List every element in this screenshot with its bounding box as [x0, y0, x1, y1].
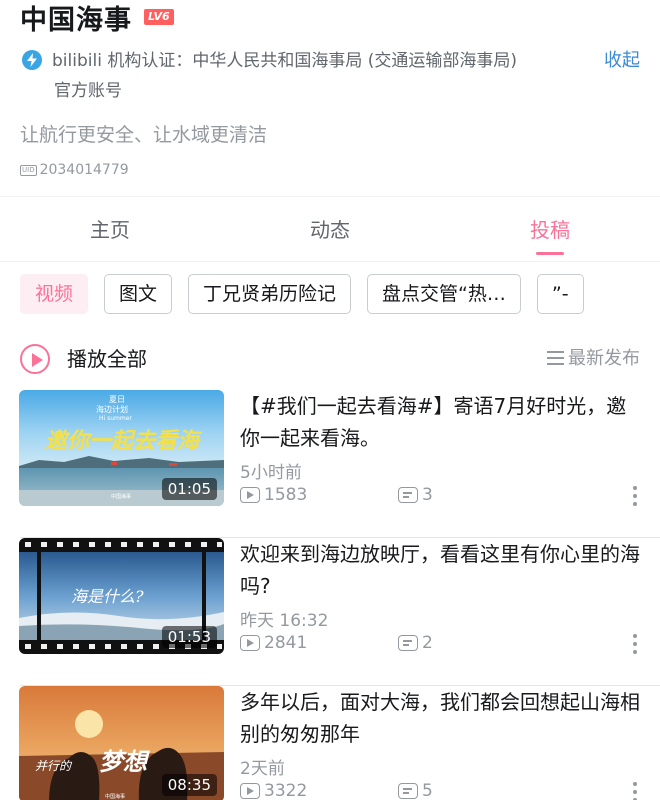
- thumb-logo: 中国海事: [111, 493, 131, 500]
- sort-button[interactable]: 最新发布: [547, 342, 640, 376]
- video-thumbnail[interactable]: 海是什么? 01:53: [19, 538, 224, 654]
- thumb-title-small: 并行的: [35, 759, 73, 773]
- video-item[interactable]: 海是什么? 01:53 欢迎来到海边放映厅，看看这里有你心里的海吗? 昨天 16…: [0, 538, 660, 686]
- video-duration: 01:05: [161, 478, 217, 500]
- thumb-small-en: Hi summer: [99, 415, 132, 422]
- video-item[interactable]: 并行的 梦想 中国海事 08:35 多年以后，面对大海，我们都会回想起山海相别的…: [0, 686, 660, 800]
- video-publish-time: 5小时前: [240, 463, 302, 483]
- more-options-icon[interactable]: [632, 484, 638, 508]
- thumb-title: 海是什么?: [71, 587, 144, 606]
- danmaku-stat: 3: [398, 484, 433, 506]
- uid-value: 2034014779: [39, 162, 129, 178]
- danmaku-stat: 5: [398, 780, 433, 800]
- video-stats: 2841 2: [240, 632, 433, 654]
- video-stats: 3322 5: [240, 780, 433, 800]
- video-title[interactable]: 【#我们一起去看海#】寄语7月好时光，邀你一起来看海。: [240, 390, 640, 454]
- video-danmaku: 5: [422, 781, 433, 800]
- level-badge: LV6: [144, 9, 174, 25]
- video-views: 3322: [264, 781, 308, 800]
- tab-dynamic-label: 动态: [310, 218, 350, 242]
- thumb-logo: 中国海事: [105, 793, 125, 800]
- play-count-icon: [240, 635, 260, 651]
- more-options-icon[interactable]: [632, 632, 638, 656]
- video-duration: 08:35: [161, 774, 217, 796]
- video-views: 1583: [264, 485, 308, 505]
- collapse-button[interactable]: 收起: [604, 46, 640, 76]
- thumb-small-mid: 海边计划: [96, 404, 128, 414]
- danmaku-icon: [398, 635, 418, 651]
- video-duration: 01:53: [161, 626, 217, 648]
- uid-row: UID 2034014779: [20, 162, 129, 178]
- lightning-icon: [22, 50, 42, 70]
- video-danmaku: 2: [422, 633, 433, 653]
- play-all-icon[interactable]: [20, 344, 50, 374]
- tab-home[interactable]: 主页: [50, 197, 170, 263]
- danmaku-icon: [398, 783, 418, 799]
- chip-article[interactable]: 图文: [104, 274, 173, 314]
- sort-label: 最新发布: [568, 348, 640, 369]
- chip-video[interactable]: 视频: [20, 274, 89, 314]
- video-publish-time: 2天前: [240, 759, 285, 779]
- thumb-small-top: 夏日: [109, 395, 125, 404]
- video-publish-time: 昨天 16:32: [240, 611, 329, 631]
- video-item[interactable]: 夏日 海边计划 Hi summer 邀你一起去看海 中国海事 01:05 【#我…: [0, 390, 660, 538]
- profile-header: 中国海事 LV6 bilibili 机构认证：中华人民共和国海事局 (交通运输部…: [0, 0, 660, 196]
- profile-name: 中国海事: [20, 4, 132, 36]
- danmaku-stat: 2: [398, 632, 433, 654]
- play-all-button[interactable]: 播放全部: [67, 342, 147, 376]
- danmaku-icon: [398, 487, 418, 503]
- tab-uploads-label: 投稿: [530, 218, 570, 242]
- video-views: 2841: [264, 633, 308, 653]
- profile-sign: 让航行更安全、让水域更清洁: [20, 124, 268, 146]
- play-count-icon: [240, 783, 260, 799]
- verification-info: bilibili 机构认证：中华人民共和国海事局 (交通运输部海事局) 官方账号: [22, 46, 582, 106]
- video-thumbnail[interactable]: 并行的 梦想 中国海事 08:35: [19, 686, 224, 800]
- list-icon: [547, 351, 564, 365]
- thumb-title-large: 梦想: [99, 747, 150, 776]
- video-title[interactable]: 欢迎来到海边放映厅，看看这里有你心里的海吗?: [240, 538, 640, 602]
- category-chips: 视频 图文 丁兄贤弟历险记 盘点交管“热… ”-: [20, 274, 660, 316]
- name-row: 中国海事 LV6: [20, 0, 174, 36]
- tab-active-indicator: [536, 252, 564, 255]
- tab-uploads[interactable]: 投稿: [490, 197, 610, 263]
- thumb-title: 邀你一起去看海: [45, 429, 203, 454]
- verification-text: bilibili 机构认证：中华人民共和国海事局 (交通运输部海事局): [52, 51, 517, 71]
- more-options-icon[interactable]: [632, 780, 638, 800]
- chip-series-adventure[interactable]: 丁兄贤弟历险记: [188, 274, 352, 314]
- video-danmaku: 3: [422, 485, 433, 505]
- tab-dynamic[interactable]: 动态: [270, 197, 390, 263]
- chip-series-more[interactable]: ”-: [536, 274, 584, 314]
- uid-icon: UID: [20, 164, 37, 176]
- verification-type: 官方账号: [54, 81, 122, 101]
- video-title[interactable]: 多年以后，面对大海，我们都会回想起山海相别的匆匆那年: [240, 686, 640, 750]
- chip-series-traffic[interactable]: 盘点交管“热…: [367, 274, 521, 314]
- tab-home-label: 主页: [90, 218, 130, 242]
- profile-tabs: 主页 动态 投稿: [0, 196, 660, 262]
- video-stats: 1583 3: [240, 484, 433, 506]
- video-thumbnail[interactable]: 夏日 海边计划 Hi summer 邀你一起去看海 中国海事 01:05: [19, 390, 224, 506]
- play-all-row: 播放全部 最新发布: [20, 342, 640, 376]
- play-count-icon: [240, 487, 260, 503]
